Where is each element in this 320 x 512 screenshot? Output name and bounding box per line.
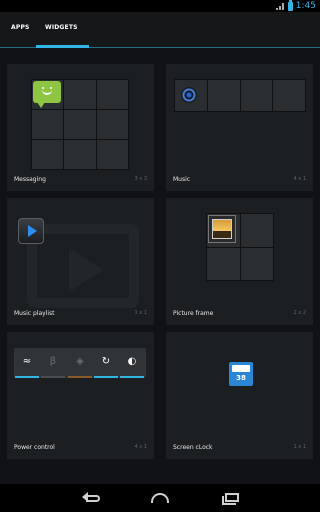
widget-size: 2 x 2 xyxy=(293,310,307,316)
play-icon xyxy=(18,218,44,244)
widget-preview xyxy=(166,332,313,442)
clock-time: 1:45 xyxy=(295,1,316,11)
messaging-icon xyxy=(33,81,61,108)
widget-screen-clock[interactable]: Screen cLock 1 x 1 xyxy=(166,332,313,459)
widget-name: Screen cLock xyxy=(173,444,213,451)
photo-icon xyxy=(208,215,236,243)
gps-icon: ◈ xyxy=(76,356,84,367)
wifi-toggle: ≈ xyxy=(14,348,40,378)
home-icon[interactable] xyxy=(149,490,171,506)
widget-preview xyxy=(166,198,313,308)
brightness-icon: ◐ xyxy=(127,356,137,367)
bluetooth-toggle: β xyxy=(40,348,66,378)
widget-name: Picture frame xyxy=(173,310,214,317)
power-control-preview: ≈ β ◈ ↻ ◐ xyxy=(14,348,146,378)
signal-icon xyxy=(275,2,285,11)
brightness-toggle: ◐ xyxy=(119,348,145,378)
battery-icon xyxy=(287,0,293,11)
screen-clock-icon: 38 xyxy=(229,362,253,386)
widget-size: 4 x 1 xyxy=(134,444,148,450)
widget-name: Messaging xyxy=(14,176,46,183)
widget-size: 1 x 1 xyxy=(134,310,148,316)
sync-toggle: ↻ xyxy=(93,348,119,378)
sync-icon: ↻ xyxy=(101,356,111,367)
status-bar: 1:45 xyxy=(0,0,320,12)
gps-toggle: ◈ xyxy=(67,348,93,378)
widget-music[interactable]: Music 4 x 1 xyxy=(166,64,313,191)
navigation-bar xyxy=(0,484,320,512)
tab-widgets[interactable]: WIDGETS xyxy=(45,24,78,31)
widget-preview xyxy=(7,198,154,308)
tab-bar: APPS WIDGETS xyxy=(0,12,320,48)
screen-clock-badge: 38 xyxy=(236,374,246,382)
widget-size: 4 x 1 xyxy=(293,176,307,182)
widget-messaging[interactable]: Messaging 3 x 3 xyxy=(7,64,154,191)
tab-apps[interactable]: APPS xyxy=(11,24,30,31)
widget-picture-frame[interactable]: Picture frame 2 x 2 xyxy=(166,198,313,325)
bluetooth-icon: β xyxy=(49,356,57,367)
widget-name: Power control xyxy=(14,444,55,451)
widget-name: Music xyxy=(173,176,191,183)
back-icon[interactable] xyxy=(82,490,102,506)
widget-preview xyxy=(7,64,154,174)
tab-divider xyxy=(0,47,320,48)
recent-apps-icon[interactable] xyxy=(220,490,240,506)
widget-size: 3 x 3 xyxy=(134,176,148,182)
speaker-icon xyxy=(181,87,197,103)
widget-name: Music playlist xyxy=(14,310,55,317)
widget-size: 1 x 1 xyxy=(293,444,307,450)
status-icons: 1:45 xyxy=(275,0,316,12)
widget-preview xyxy=(166,64,313,174)
wifi-icon: ≈ xyxy=(22,356,32,367)
